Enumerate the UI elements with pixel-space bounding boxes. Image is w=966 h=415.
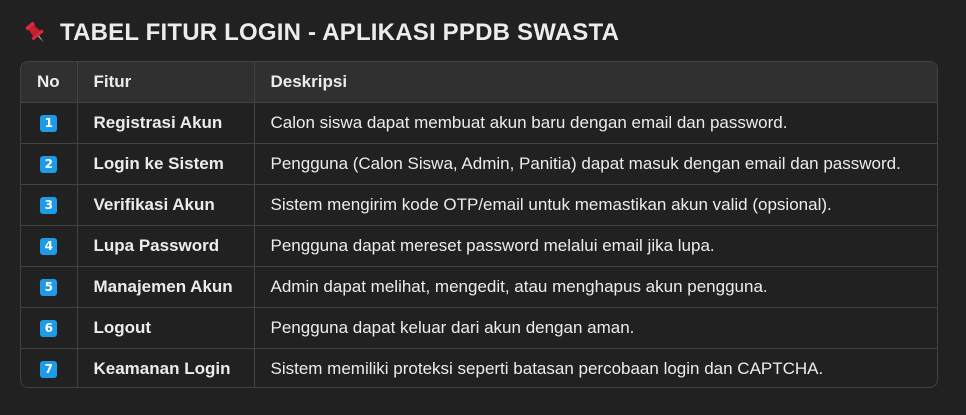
features-table: No Fitur Deskripsi 1 Registrasi Akun Cal… xyxy=(21,62,937,387)
header-deskripsi: Deskripsi xyxy=(254,62,937,103)
feature-description: Pengguna (Calon Siswa, Admin, Panitia) d… xyxy=(254,143,937,185)
feature-name: Logout xyxy=(77,307,255,349)
header-fitur: Fitur xyxy=(77,62,255,103)
row-number-cell: 1 xyxy=(21,102,78,144)
pushpin-icon xyxy=(25,21,44,43)
number-badge-icon: 7 xyxy=(40,360,58,378)
feature-name: Verifikasi Akun xyxy=(77,184,255,226)
row-number-cell: 6 xyxy=(21,307,78,349)
row-number-cell: 5 xyxy=(21,266,78,308)
table-row: 1 Registrasi Akun Calon siswa dapat memb… xyxy=(21,102,937,144)
table-row: 4 Lupa Password Pengguna dapat mereset p… xyxy=(21,225,937,267)
number-badge-icon: 1 xyxy=(40,114,58,132)
page-heading: TABEL FITUR LOGIN - APLIKASI PPDB SWASTA xyxy=(22,17,619,49)
feature-name: Lupa Password xyxy=(77,225,255,267)
row-number-cell: 3 xyxy=(21,184,78,226)
feature-name: Manajemen Akun xyxy=(77,266,255,308)
row-number-cell: 2 xyxy=(21,143,78,185)
number-badge-icon: 4 xyxy=(40,237,58,255)
table-row: 3 Verifikasi Akun Sistem mengirim kode O… xyxy=(21,184,937,226)
feature-name: Login ke Sistem xyxy=(77,143,255,185)
feature-description: Pengguna dapat mereset password melalui … xyxy=(254,225,937,267)
feature-description: Sistem memiliki proteksi seperti batasan… xyxy=(270,358,824,378)
feature-description: Admin dapat melihat, mengedit, atau meng… xyxy=(254,266,937,308)
page-title: TABEL FITUR LOGIN - APLIKASI PPDB SWASTA xyxy=(60,19,620,46)
table-row: 6 Logout Pengguna dapat keluar dari akun… xyxy=(21,307,937,349)
feature-description: Pengguna dapat keluar dari akun dengan a… xyxy=(254,307,937,349)
table-row: 2 Login ke Sistem Pengguna (Calon Siswa,… xyxy=(21,143,937,185)
feature-name: Registrasi Akun xyxy=(77,102,255,144)
feature-description: Calon siswa dapat membuat akun baru deng… xyxy=(254,102,937,144)
features-table-container: No Fitur Deskripsi 1 Registrasi Akun Cal… xyxy=(20,61,938,388)
number-badge-icon: 6 xyxy=(40,319,58,337)
feature-name: Keamanan Login xyxy=(77,348,255,387)
table-row: 7 Keamanan Login Sistem memiliki proteks… xyxy=(21,348,937,387)
row-number-cell: 7 xyxy=(21,348,78,387)
feature-description: Sistem mengirim kode OTP/email untuk mem… xyxy=(254,184,937,226)
table-header-row: No Fitur Deskripsi xyxy=(21,62,937,103)
number-badge-icon: 2 xyxy=(40,155,58,173)
header-no: No xyxy=(21,62,78,103)
number-badge-icon: 3 xyxy=(40,196,58,214)
row-number-cell: 4 xyxy=(21,225,78,267)
number-badge-icon: 5 xyxy=(40,278,58,296)
table-row: 5 Manajemen Akun Admin dapat melihat, me… xyxy=(21,266,937,308)
